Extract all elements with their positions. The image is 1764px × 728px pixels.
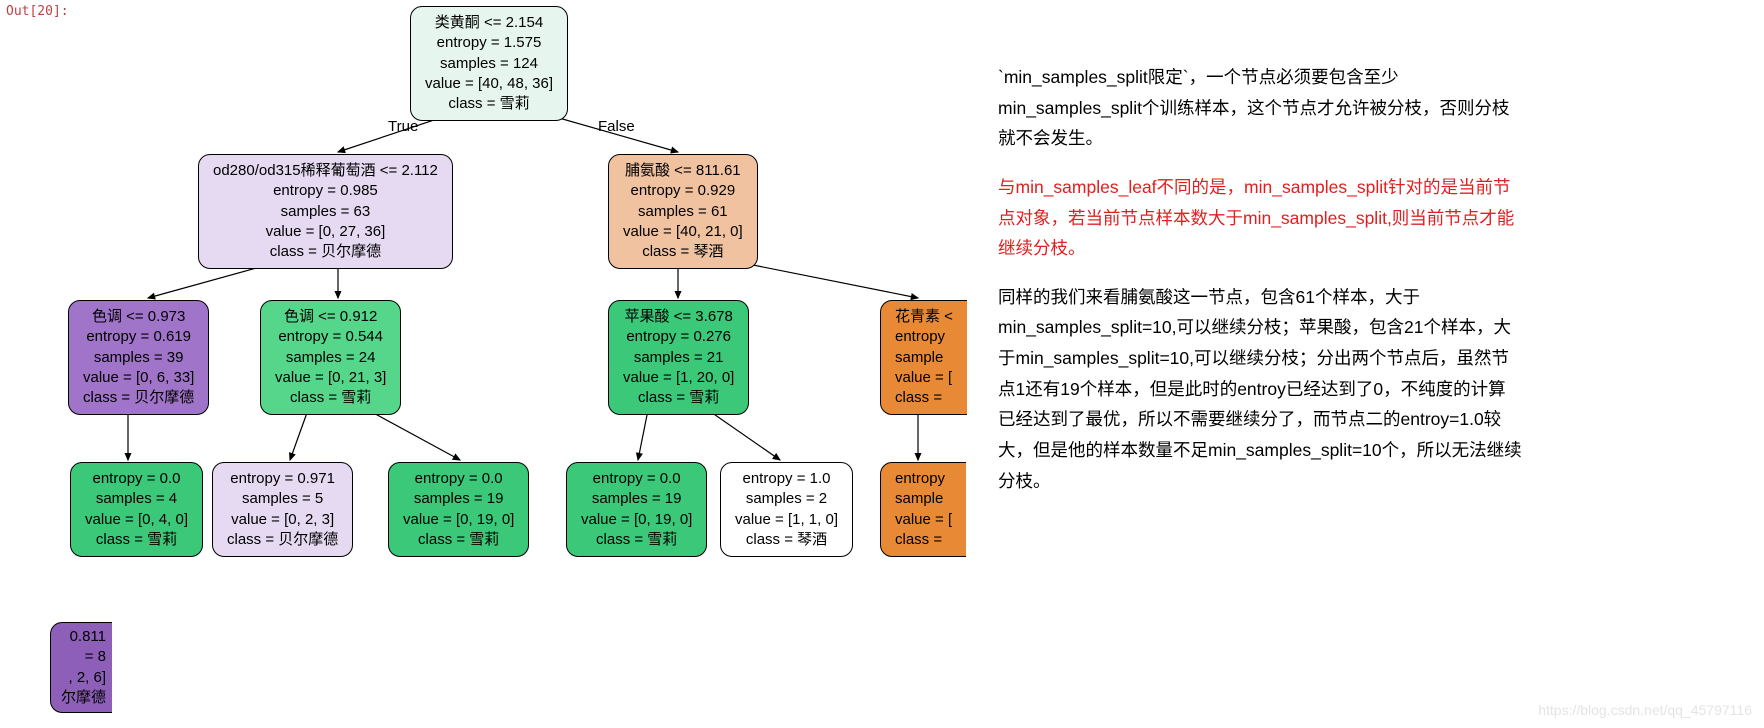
node-line: class = 贝尔摩德 (213, 242, 438, 262)
node-line: 类黄酮 <= 2.154 (425, 13, 553, 33)
edge-label-true: True (388, 118, 418, 135)
tree-node: 色调 <= 0.912 entropy = 0.544 samples = 24… (260, 300, 401, 415)
node-line: samples = 61 (623, 202, 743, 222)
node-line: value = [0, 21, 3] (275, 368, 386, 388)
tree-leaf-clipped: entropy sample value = [ class = (880, 462, 966, 557)
node-line: samples = 63 (213, 202, 438, 222)
node-line: 色调 <= 0.912 (275, 307, 386, 327)
node-line: entropy = 0.971 (227, 469, 338, 489)
node-line: samples = 19 (581, 489, 692, 509)
node-line: samples = 4 (85, 489, 188, 509)
node-line: class = 贝尔摩德 (227, 530, 338, 550)
node-line: value = [0, 4, 0] (85, 510, 188, 530)
tree-node: 脯氨酸 <= 811.61 entropy = 0.929 samples = … (608, 154, 758, 269)
tree-node-clipped: 花青素 < entropy sample value = [ class = (880, 300, 967, 415)
explanation-text: `min_samples_split限定`，一个节点必须要包含至少min_sam… (998, 62, 1523, 514)
node-line: samples = 19 (403, 489, 514, 509)
paragraph: `min_samples_split限定`，一个节点必须要包含至少min_sam… (998, 62, 1523, 154)
node-line: entropy = 0.619 (83, 327, 194, 347)
node-line: value = [0, 2, 3] (227, 510, 338, 530)
node-line: value = [0, 19, 0] (581, 510, 692, 530)
watermark: https://blog.csdn.net/qq_45797116 (1538, 702, 1752, 718)
node-line: entropy = 0.0 (403, 469, 514, 489)
node-line: value = [1, 20, 0] (623, 368, 734, 388)
tree-leaf: entropy = 1.0 samples = 2 value = [1, 1,… (720, 462, 853, 557)
node-line: , 2, 6] (61, 668, 106, 688)
node-line: value = [ (895, 510, 952, 530)
node-line: class = 雪莉 (275, 388, 386, 408)
node-line: entropy = 0.0 (581, 469, 692, 489)
tree-leaf: entropy = 0.0 samples = 19 value = [0, 1… (388, 462, 529, 557)
node-line: value = [0, 27, 36] (213, 222, 438, 242)
node-line: samples = 5 (227, 489, 338, 509)
tree-node-root: 类黄酮 <= 2.154 entropy = 1.575 samples = 1… (410, 6, 568, 121)
tree-node: 苹果酸 <= 3.678 entropy = 0.276 samples = 2… (608, 300, 749, 415)
output-label: Out[20]: (6, 4, 69, 19)
paragraph-highlighted: 与min_samples_leaf不同的是，min_samples_split针… (998, 172, 1523, 264)
edge-label-false: False (598, 118, 635, 135)
node-line: value = [ (895, 368, 953, 388)
node-line: 尔摩德 (61, 688, 106, 708)
node-line: value = [0, 6, 33] (83, 368, 194, 388)
node-line: class = 雪莉 (623, 388, 734, 408)
node-line: = 8 (61, 647, 106, 667)
node-line: sample (895, 489, 952, 509)
node-line: 脯氨酸 <= 811.61 (623, 161, 743, 181)
tree-node: od280/od315稀释葡萄酒 <= 2.112 entropy = 0.98… (198, 154, 453, 269)
node-line: od280/od315稀释葡萄酒 <= 2.112 (213, 161, 438, 181)
node-line: entropy = 0.985 (213, 181, 438, 201)
node-line: 0.811 (61, 627, 106, 647)
node-line: samples = 21 (623, 348, 734, 368)
node-line: value = [0, 19, 0] (403, 510, 514, 530)
node-line: 苹果酸 <= 3.678 (623, 307, 734, 327)
node-line: class = 雪莉 (425, 94, 553, 114)
decision-tree-diagram: 类黄酮 <= 2.154 entropy = 1.575 samples = 1… (80, 0, 960, 728)
node-line: entropy (895, 327, 953, 347)
node-line: entropy = 0.276 (623, 327, 734, 347)
tree-leaf: entropy = 0.0 samples = 19 value = [0, 1… (566, 462, 707, 557)
node-line: samples = 39 (83, 348, 194, 368)
tree-node: 色调 <= 0.973 entropy = 0.619 samples = 39… (68, 300, 209, 415)
node-line: sample (895, 348, 953, 368)
node-line: 色调 <= 0.973 (83, 307, 194, 327)
node-line: 花青素 < (895, 307, 953, 327)
node-line: entropy = 1.0 (735, 469, 838, 489)
tree-leaf: entropy = 0.0 samples = 4 value = [0, 4,… (70, 462, 203, 557)
node-line: value = [1, 1, 0] (735, 510, 838, 530)
node-line: class = 雪莉 (85, 530, 188, 550)
node-line: entropy = 1.575 (425, 33, 553, 53)
node-line: class = (895, 530, 952, 550)
node-line: class = 雪莉 (581, 530, 692, 550)
node-line: entropy = 0.929 (623, 181, 743, 201)
node-line: class = (895, 388, 953, 408)
node-line: entropy = 0.544 (275, 327, 386, 347)
tree-node-fragment: 0.811 = 8 , 2, 6] 尔摩德 (50, 622, 112, 713)
node-line: class = 琴酒 (735, 530, 838, 550)
node-line: entropy = 0.0 (85, 469, 188, 489)
node-line: value = [40, 21, 0] (623, 222, 743, 242)
node-line: samples = 2 (735, 489, 838, 509)
paragraph: 同样的我们来看脯氨酸这一节点，包含61个样本，大于min_samples_spl… (998, 282, 1523, 496)
node-line: class = 雪莉 (403, 530, 514, 550)
tree-leaf: entropy = 0.971 samples = 5 value = [0, … (212, 462, 353, 557)
node-line: samples = 24 (275, 348, 386, 368)
node-line: class = 贝尔摩德 (83, 388, 194, 408)
node-line: samples = 124 (425, 54, 553, 74)
node-line: value = [40, 48, 36] (425, 74, 553, 94)
node-line: class = 琴酒 (623, 242, 743, 262)
node-line: entropy (895, 469, 952, 489)
